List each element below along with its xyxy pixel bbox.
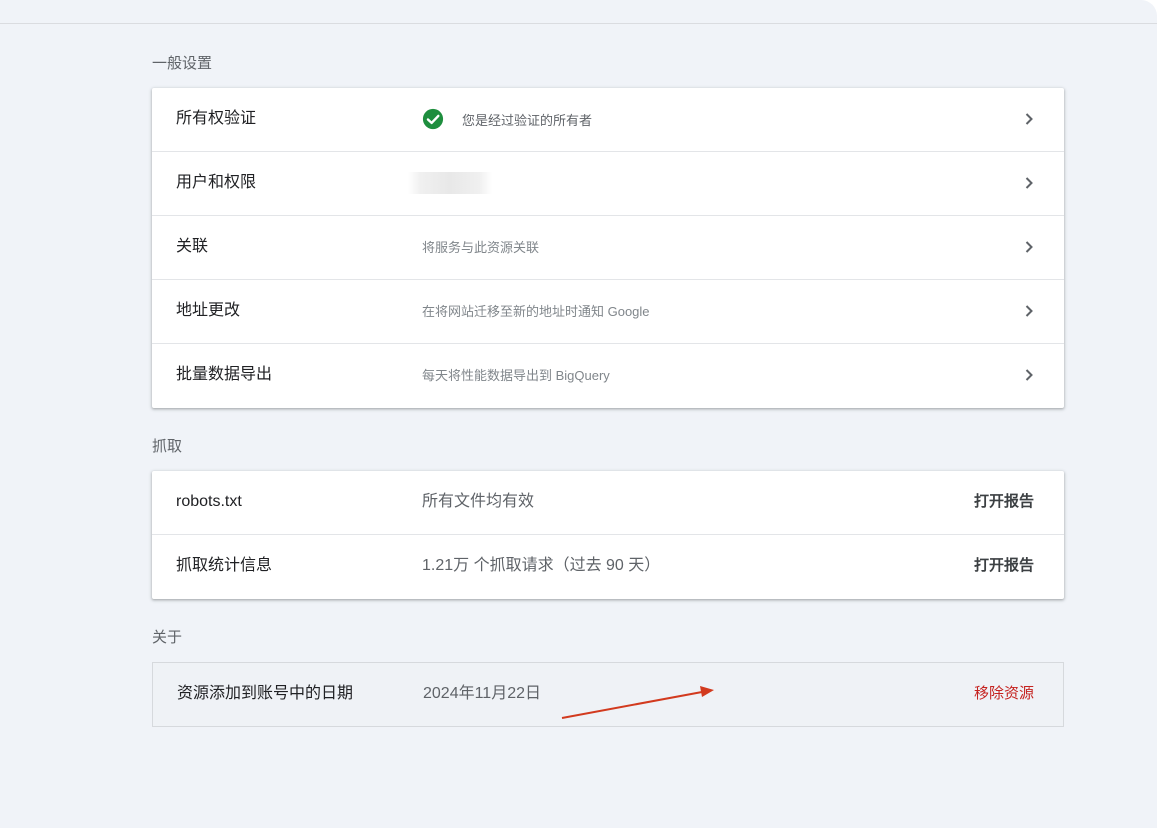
row-label: 地址更改 (176, 302, 241, 319)
row-value: 1.21万 个抓取请求（过去 90 天） (422, 557, 661, 574)
check-circle-icon (422, 108, 444, 130)
row-description: 每天将性能数据导出到 BigQuery (422, 368, 610, 383)
row-address-change[interactable]: 地址更改 在将网站迁移至新的地址时通知 Google (152, 280, 1064, 344)
ownership-status: 您是经过验证的所有者 (422, 108, 592, 130)
chevron-right-icon (1025, 177, 1033, 189)
settings-page: 一般设置 所有权验证 您是经过验证的所有者 用户和权限 关联 将服务与此资源关联… (0, 0, 1157, 828)
row-label: 所有权验证 (176, 110, 257, 127)
open-report-button[interactable]: 打开报告 (974, 471, 1034, 533)
section-title-general: 一般设置 (152, 55, 213, 72)
remove-property-button[interactable]: 移除资源 (974, 663, 1034, 725)
row-value: 所有文件均有效 (422, 493, 535, 510)
row-label: 批量数据导出 (176, 366, 273, 383)
row-label: 用户和权限 (176, 174, 257, 191)
row-ownership-verification[interactable]: 所有权验证 您是经过验证的所有者 (152, 88, 1064, 152)
date-added-value: 2024年11月22日 (423, 685, 542, 702)
chevron-right-icon (1025, 113, 1033, 125)
chevron-right-icon (1025, 241, 1033, 253)
general-settings-card: 所有权验证 您是经过验证的所有者 用户和权限 关联 将服务与此资源关联 地址更改… (152, 88, 1064, 408)
chevron-right-icon (1025, 305, 1033, 317)
row-robots-txt: robots.txt 所有文件均有效 打开报告 (152, 471, 1064, 535)
row-description: 在将网站迁移至新的地址时通知 Google (422, 304, 650, 319)
crawl-card: robots.txt 所有文件均有效 打开报告 抓取统计信息 1.21万 个抓取… (152, 471, 1064, 599)
about-card: 资源添加到账号中的日期 2024年11月22日 移除资源 (152, 662, 1064, 727)
row-association[interactable]: 关联 将服务与此资源关联 (152, 216, 1064, 280)
row-label: robots.txt (176, 493, 242, 510)
row-label: 关联 (176, 238, 209, 255)
row-description: 将服务与此资源关联 (422, 240, 540, 255)
row-crawl-stats: 抓取统计信息 1.21万 个抓取请求（过去 90 天） 打开报告 (152, 535, 1064, 599)
row-label: 抓取统计信息 (176, 557, 273, 574)
top-divider (0, 23, 1157, 24)
row-bulk-export[interactable]: 批量数据导出 每天将性能数据导出到 BigQuery (152, 344, 1064, 408)
row-label: 资源添加到账号中的日期 (177, 685, 354, 702)
section-title-about: 关于 (152, 629, 183, 646)
redacted-value (408, 172, 492, 194)
chevron-right-icon (1025, 369, 1033, 381)
open-report-button[interactable]: 打开报告 (974, 535, 1034, 597)
section-title-crawl: 抓取 (152, 438, 183, 455)
status-text: 您是经过验证的所有者 (462, 112, 593, 128)
row-users-permissions[interactable]: 用户和权限 (152, 152, 1064, 216)
